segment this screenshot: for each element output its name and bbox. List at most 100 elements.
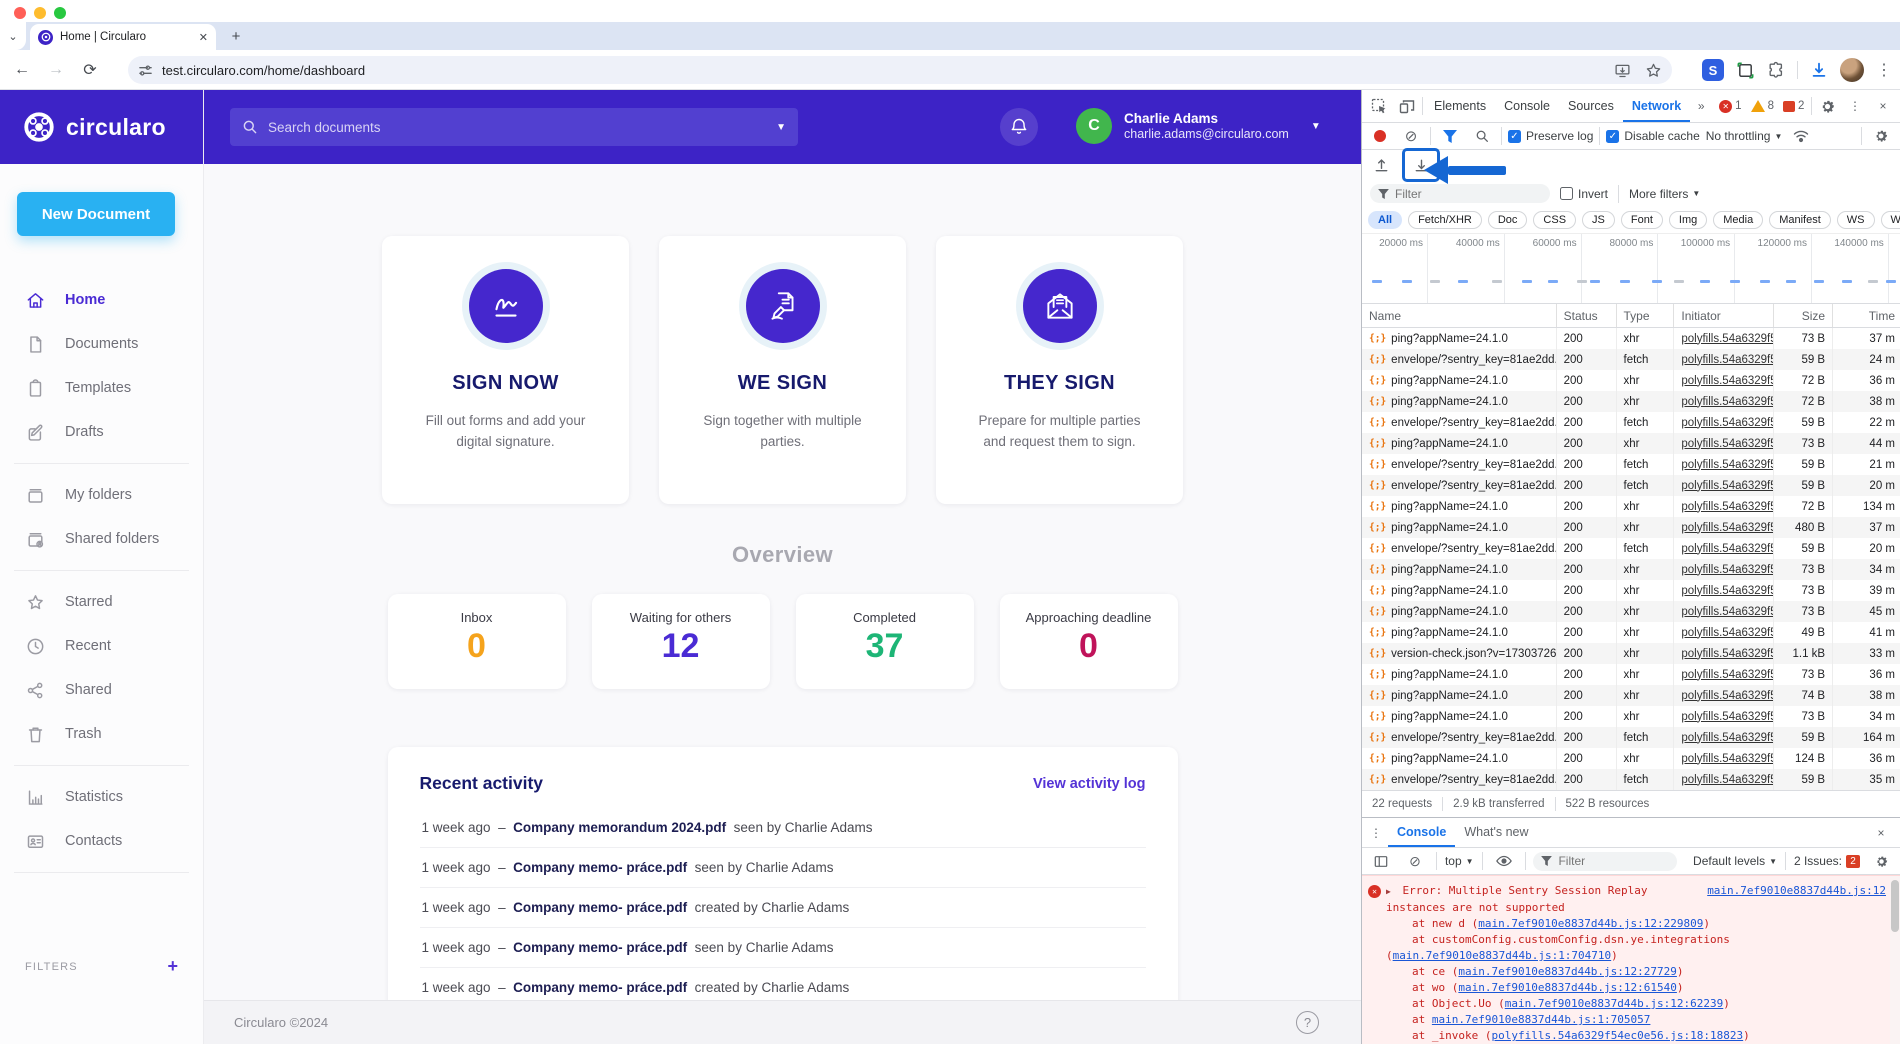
stack-source-link[interactable]: main.7ef9010e8837d44b.js:12:61540 <box>1458 981 1677 994</box>
network-conditions-icon[interactable] <box>1788 123 1814 149</box>
request-type-chip[interactable]: Manifest <box>1769 211 1831 229</box>
request-initiator-cell[interactable]: polyfills.54a6329f5 <box>1674 349 1774 370</box>
network-request-row[interactable]: {;}ping?appName=24.1.0 200 xhr polyfills… <box>1362 328 1900 349</box>
sidebar-item[interactable]: Starred <box>0 580 203 624</box>
drawer-menu-icon[interactable]: ⋮ <box>1368 820 1384 846</box>
new-tab-button[interactable]: + <box>226 27 246 47</box>
url-text[interactable]: test.circularo.com/home/dashboard <box>162 63 365 78</box>
request-name-cell[interactable]: {;}envelope/?sentry_key=81ae2dd... <box>1362 412 1557 433</box>
error-source-link[interactable]: main.7ef9010e8837d44b.js:12 <box>1707 883 1886 899</box>
network-request-row[interactable]: {;}ping?appName=24.1.0 200 xhr polyfills… <box>1362 370 1900 391</box>
stack-source-link[interactable]: polyfills.54a6329f54ec0e56.js:18:18823 <box>1491 1029 1743 1042</box>
request-initiator-cell[interactable]: polyfills.54a6329f5 <box>1674 517 1774 538</box>
devtools-settings-icon[interactable] <box>1814 93 1840 119</box>
request-initiator-cell[interactable]: polyfills.54a6329f5 <box>1674 370 1774 391</box>
console-settings-icon[interactable] <box>1868 848 1894 874</box>
request-name-cell[interactable]: {;}ping?appName=24.1.0 <box>1362 664 1557 685</box>
request-name-cell[interactable]: {;}envelope/?sentry_key=81ae2dd... <box>1362 538 1557 559</box>
devtools-tab[interactable]: Network <box>1623 90 1690 122</box>
console-context-select[interactable]: top▼ <box>1445 854 1474 868</box>
site-settings-icon[interactable] <box>138 63 153 78</box>
invert-checkbox[interactable]: Invert <box>1560 187 1608 201</box>
console-issues-chip[interactable]: 2 Issues: 2 <box>1794 854 1860 868</box>
console-drawer-tab[interactable]: Console <box>1388 818 1455 847</box>
record-network-log-icon[interactable] <box>1374 130 1386 142</box>
request-initiator-cell[interactable]: polyfills.54a6329f5 <box>1674 391 1774 412</box>
sidebar-item[interactable]: Shared <box>0 668 203 712</box>
network-request-row[interactable]: {;}ping?appName=24.1.0 200 xhr polyfills… <box>1362 433 1900 454</box>
network-request-row[interactable]: {;}ping?appName=24.1.0 200 xhr polyfills… <box>1362 517 1900 538</box>
sidebar-item[interactable]: Trash <box>0 712 203 756</box>
stack-source-link[interactable]: main.7ef9010e8837d44b.js:12:62239 <box>1505 997 1724 1010</box>
request-name-cell[interactable]: {;}ping?appName=24.1.0 <box>1362 622 1557 643</box>
request-type-chip[interactable]: Doc <box>1488 211 1528 229</box>
request-initiator-cell[interactable]: polyfills.54a6329f5 <box>1674 643 1774 664</box>
activity-row[interactable]: 1 week ago – Company memo- práce.pdf see… <box>420 928 1146 968</box>
console-filter-input[interactable] <box>1558 854 1658 868</box>
request-type-chip[interactable]: Font <box>1621 211 1663 229</box>
stack-source-link[interactable]: main.7ef9010e8837d44b.js:12:27729 <box>1458 965 1677 978</box>
network-request-row[interactable]: {;}ping?appName=24.1.0 200 xhr polyfills… <box>1362 496 1900 517</box>
request-initiator-cell[interactable]: polyfills.54a6329f5 <box>1674 454 1774 475</box>
request-initiator-cell[interactable]: polyfills.54a6329f5 <box>1674 580 1774 601</box>
request-initiator-cell[interactable]: polyfills.54a6329f5 <box>1674 412 1774 433</box>
stack-source-link[interactable]: main.7ef9010e8837d44b.js:1:705057 <box>1432 1013 1651 1026</box>
user-menu[interactable]: C Charlie Adams charlie.adams@circularo.… <box>1076 108 1321 144</box>
request-initiator-cell[interactable]: polyfills.54a6329f5 <box>1674 622 1774 643</box>
omnibox[interactable]: test.circularo.com/home/dashboard <box>128 56 1672 84</box>
request-name-cell[interactable]: {;}envelope/?sentry_key=81ae2dd... <box>1362 454 1557 475</box>
request-name-cell[interactable]: {;}ping?appName=24.1.0 <box>1362 559 1557 580</box>
disable-cache-checkbox[interactable]: ✓ Disable cache <box>1606 129 1699 143</box>
issues-badge[interactable]: 2 <box>1783 100 1804 112</box>
network-filter-input[interactable] <box>1395 187 1515 201</box>
request-name-cell[interactable]: {;}ping?appName=24.1.0 <box>1362 496 1557 517</box>
request-initiator-cell[interactable]: polyfills.54a6329f5 <box>1674 538 1774 559</box>
reload-button[interactable]: ⟳ <box>78 58 102 82</box>
sidebar-item[interactable]: My folders <box>0 473 203 517</box>
console-drawer-tab[interactable]: What's new <box>1455 818 1537 847</box>
request-name-cell[interactable]: {;}ping?appName=24.1.0 <box>1362 685 1557 706</box>
request-initiator-cell[interactable]: polyfills.54a6329f5 <box>1674 475 1774 496</box>
request-type-chip[interactable]: Fetch/XHR <box>1408 211 1482 229</box>
column-header-status[interactable]: Status <box>1557 304 1617 327</box>
stack-source-link[interactable]: main.7ef9010e8837d44b.js:1:704710 <box>1393 949 1612 962</box>
back-button[interactable]: ← <box>10 58 34 82</box>
request-initiator-cell[interactable]: polyfills.54a6329f5 <box>1674 559 1774 580</box>
sidebar-item[interactable]: Recent <box>0 624 203 668</box>
sidebar-item[interactable]: Documents <box>0 322 203 366</box>
request-name-cell[interactable]: {;}ping?appName=24.1.0 <box>1362 601 1557 622</box>
window-zoom-button[interactable] <box>54 7 66 19</box>
app-logo[interactable]: circularo <box>0 90 203 164</box>
request-initiator-cell[interactable]: polyfills.54a6329f5 <box>1674 727 1774 748</box>
request-type-chip[interactable]: Wasm <box>1881 211 1900 229</box>
console-sidebar-icon[interactable] <box>1368 848 1394 874</box>
activity-row[interactable]: 1 week ago – Company memo- práce.pdf see… <box>420 848 1146 888</box>
install-app-icon[interactable] <box>1614 62 1631 79</box>
sidebar-item[interactable]: Templates <box>0 366 203 410</box>
request-type-chip[interactable]: JS <box>1582 211 1615 229</box>
search-bar[interactable]: ▼ <box>230 108 798 146</box>
drawer-close-icon[interactable]: × <box>1868 820 1894 846</box>
window-minimize-button[interactable] <box>34 7 46 19</box>
browser-menu-icon[interactable]: ⋮ <box>1876 57 1892 83</box>
view-activity-log-link[interactable]: View activity log <box>1033 776 1146 792</box>
column-header-type[interactable]: Type <box>1617 304 1675 327</box>
request-initiator-cell[interactable]: polyfills.54a6329f5 <box>1674 601 1774 622</box>
notifications-button[interactable] <box>1000 108 1038 146</box>
extensions-puzzle-icon[interactable] <box>1767 61 1785 79</box>
request-initiator-cell[interactable]: polyfills.54a6329f5 <box>1674 496 1774 517</box>
bookmark-star-icon[interactable] <box>1645 62 1662 79</box>
activity-row[interactable]: 1 week ago – Company memo- práce.pdf cre… <box>420 888 1146 928</box>
sentry-extension-icon[interactable]: S <box>1702 59 1724 81</box>
stat-card[interactable]: Approaching deadline 0 <box>1000 594 1178 689</box>
expand-error-icon[interactable]: ▶ <box>1386 887 1391 896</box>
sidebar-item[interactable]: Contacts <box>0 819 203 863</box>
devtools-menu-icon[interactable]: ⋮ <box>1842 93 1868 119</box>
request-name-cell[interactable]: {;}envelope/?sentry_key=81ae2dd... <box>1362 727 1557 748</box>
column-header-time[interactable]: Time <box>1833 304 1900 327</box>
request-initiator-cell[interactable]: polyfills.54a6329f5 <box>1674 706 1774 727</box>
downloads-icon[interactable] <box>1810 61 1828 79</box>
network-overview-timeline[interactable]: 20000 ms40000 ms60000 ms80000 ms100000 m… <box>1362 234 1900 304</box>
activity-row[interactable]: 1 week ago – Company memorandum 2024.pdf… <box>420 808 1146 848</box>
network-request-row[interactable]: {;}ping?appName=24.1.0 200 xhr polyfills… <box>1362 664 1900 685</box>
